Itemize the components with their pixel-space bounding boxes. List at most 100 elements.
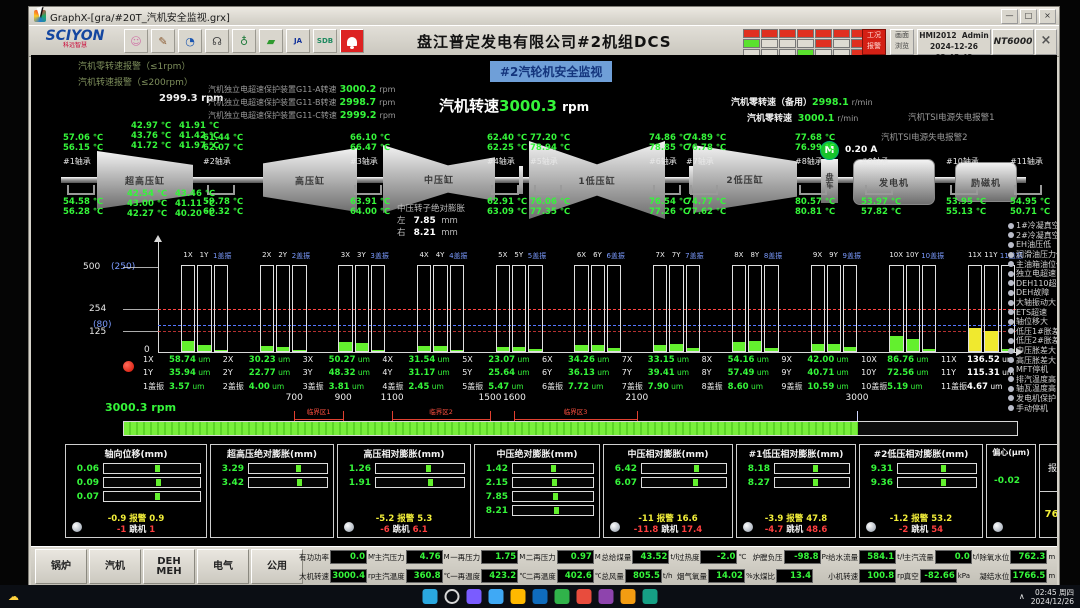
param-value: 43.52 bbox=[632, 550, 669, 564]
headset-icon[interactable]: ☊ bbox=[205, 29, 229, 53]
alarm-grid-cell[interactable] bbox=[797, 39, 814, 48]
app-icon-3[interactable] bbox=[621, 589, 636, 604]
panel-gauge bbox=[103, 463, 201, 474]
tools-icon[interactable]: ✎ bbox=[151, 29, 175, 53]
browser-icon[interactable] bbox=[555, 589, 570, 604]
tray-caret-icon[interactable]: ∧ bbox=[1019, 592, 1025, 601]
main-speed-label: 汽机转速 bbox=[439, 97, 499, 115]
alarm-grid-cell[interactable] bbox=[761, 29, 778, 38]
bar-value-label: 6X bbox=[542, 355, 568, 364]
system-date: 2024-12-26 bbox=[930, 42, 978, 51]
bar-value-unit: um bbox=[196, 355, 210, 364]
taskbar-clock[interactable]: 02:45 周四 2024/12/26 bbox=[1031, 588, 1074, 606]
bar-value-label: 1X bbox=[143, 355, 169, 364]
alarm-grid-cell[interactable] bbox=[833, 39, 850, 48]
panel-gauge-marker bbox=[156, 479, 161, 486]
bar-value: 3.81 bbox=[329, 382, 350, 392]
param-value: 0.97 bbox=[557, 550, 594, 564]
weather-icon[interactable]: ☁ bbox=[8, 590, 24, 604]
nav-button-汽机[interactable]: 汽机 bbox=[89, 549, 141, 584]
alarm-grid-cell[interactable] bbox=[761, 39, 778, 48]
bar-group bbox=[260, 267, 307, 352]
close-button[interactable]: × bbox=[1039, 9, 1056, 24]
file-explorer-icon[interactable] bbox=[511, 589, 526, 604]
param-unit: MPa bbox=[519, 553, 526, 561]
speed-scale: 70090011001500160021003000临界区1临界区2临界区3 bbox=[123, 393, 1016, 437]
alarm-grid-cell[interactable] bbox=[815, 29, 832, 38]
overspeed-label: 汽机独立电超速保护装置G11-A转速 bbox=[208, 85, 337, 94]
alarm-grid-cell[interactable] bbox=[779, 29, 796, 38]
overspeed-protection-list: 汽机独立电超速保护装置G11-A转速3000.2rpm汽机独立电超速保护装置G1… bbox=[208, 84, 396, 123]
panel-gauge bbox=[512, 505, 594, 516]
scale-tick-label: 1500 bbox=[479, 393, 502, 403]
param-label: 炉膛负压 bbox=[753, 552, 783, 563]
bar-value-unit: um bbox=[595, 368, 609, 377]
alarm-grid-cell[interactable] bbox=[815, 39, 832, 48]
monitor-icon[interactable]: ♁ bbox=[232, 29, 256, 53]
panel-gauge bbox=[375, 463, 465, 474]
bar-value: 4.00 bbox=[249, 382, 270, 392]
widgets-icon[interactable] bbox=[489, 589, 504, 604]
alarm-mode-button[interactable]: 工况 报警 bbox=[862, 29, 886, 55]
param-unit: t/h bbox=[670, 553, 677, 561]
dcs-status-bar: 锅炉汽机DEH MEH电气公用 有功功率0.0MW主汽压力4.76MPa一再压力… bbox=[31, 546, 1057, 585]
search-icon[interactable] bbox=[445, 589, 460, 604]
bar-value-row: 3Y48.32 um bbox=[303, 368, 381, 381]
alarm-bell-icon[interactable] bbox=[340, 29, 364, 53]
maximize-button[interactable]: □ bbox=[1020, 9, 1037, 24]
panel-indicator bbox=[743, 522, 753, 532]
bearing-temps-bottom: 76.54 ℃77.26 ℃ bbox=[649, 197, 689, 217]
os-taskbar[interactable]: ☁ ∧ 02:45 周四 2024/12/26 bbox=[0, 585, 1080, 608]
nav-box-button[interactable]: 画面 浏览 bbox=[890, 29, 914, 55]
bar-value: 39.41 bbox=[648, 368, 675, 378]
overspeed-label: 汽机独立电超速保护装置G11-B转速 bbox=[208, 98, 336, 107]
alarm-grid-cell[interactable] bbox=[797, 29, 814, 38]
y-tick-line bbox=[123, 309, 158, 310]
app-icon-2[interactable] bbox=[599, 589, 614, 604]
bar-value-unit: um bbox=[509, 382, 523, 391]
panel-gauge bbox=[897, 477, 977, 488]
app-icon-4[interactable] bbox=[643, 589, 658, 604]
nav-button-公用[interactable]: 公用 bbox=[251, 549, 303, 584]
users-icon[interactable]: ☺ bbox=[124, 29, 148, 53]
ja-logo[interactable]: JA bbox=[286, 29, 310, 53]
sdb-logo[interactable]: SDB bbox=[313, 29, 337, 53]
bar-value: 22.77 bbox=[249, 368, 276, 378]
system-tray[interactable]: ∧ 02:45 周四 2024/12/26 bbox=[1019, 588, 1074, 606]
minimize-button[interactable]: — bbox=[1001, 9, 1018, 24]
alarm-grid-cell[interactable] bbox=[833, 29, 850, 38]
alarm-grid-cell[interactable] bbox=[779, 39, 796, 48]
bar-value-group: 6X34.26 um6Y36.13 um6盖振7.72 um bbox=[542, 355, 620, 394]
panel-gauge-marker bbox=[693, 479, 698, 486]
bar-value: 35.94 bbox=[169, 368, 196, 378]
nav-button-电气[interactable]: 电气 bbox=[197, 549, 249, 584]
panel-gauge bbox=[512, 477, 594, 488]
bar-value-label: 1盖振 bbox=[143, 381, 169, 392]
param-unit: t/h bbox=[897, 553, 904, 561]
task-view-icon[interactable] bbox=[467, 589, 482, 604]
folder-icon[interactable]: ▰ bbox=[259, 29, 283, 53]
scale-tick bbox=[490, 411, 491, 421]
ip-rotor-title: 中压转子绝对膨胀 bbox=[397, 203, 465, 215]
clock-icon[interactable]: ◔ bbox=[178, 29, 202, 53]
nav-button-锅炉[interactable]: 锅炉 bbox=[35, 549, 87, 584]
panel-gauge bbox=[103, 477, 201, 488]
bar-value-unit: um bbox=[914, 368, 928, 377]
cylinder-temps-col: 43.46 ℃41.11 ℃40.20 ℃ bbox=[175, 189, 215, 219]
edge-icon[interactable] bbox=[533, 589, 548, 604]
app-icon-1[interactable] bbox=[577, 589, 592, 604]
vibration-bar-fill bbox=[575, 345, 587, 351]
windows-start-icon[interactable] bbox=[423, 589, 438, 604]
nav-button-DEH-MEH[interactable]: DEH MEH bbox=[143, 549, 195, 584]
toolbar-close-button[interactable]: × bbox=[1035, 29, 1057, 55]
bearing-temps-bottom: 63.91 ℃64.00 ℃ bbox=[350, 197, 390, 217]
bar-value-label: 8Y bbox=[702, 368, 728, 377]
zero-speed-alarm-label: 汽机零转速报警（≤1rpm） bbox=[78, 59, 190, 72]
bar-value: 86.76 bbox=[887, 355, 914, 365]
bar-value: 33.15 bbox=[648, 355, 675, 365]
window-titlebar[interactable]: GraphX-[gra/#20T_汽机安全监视.grx] — □ × bbox=[29, 7, 1059, 25]
param-主汽流量: 主汽流量0.0t/h bbox=[904, 549, 980, 565]
alarm-grid-cell[interactable] bbox=[743, 29, 760, 38]
alarm-grid-cell[interactable] bbox=[743, 39, 760, 48]
cylinder-励磁机: 励磁机 bbox=[955, 162, 1017, 202]
